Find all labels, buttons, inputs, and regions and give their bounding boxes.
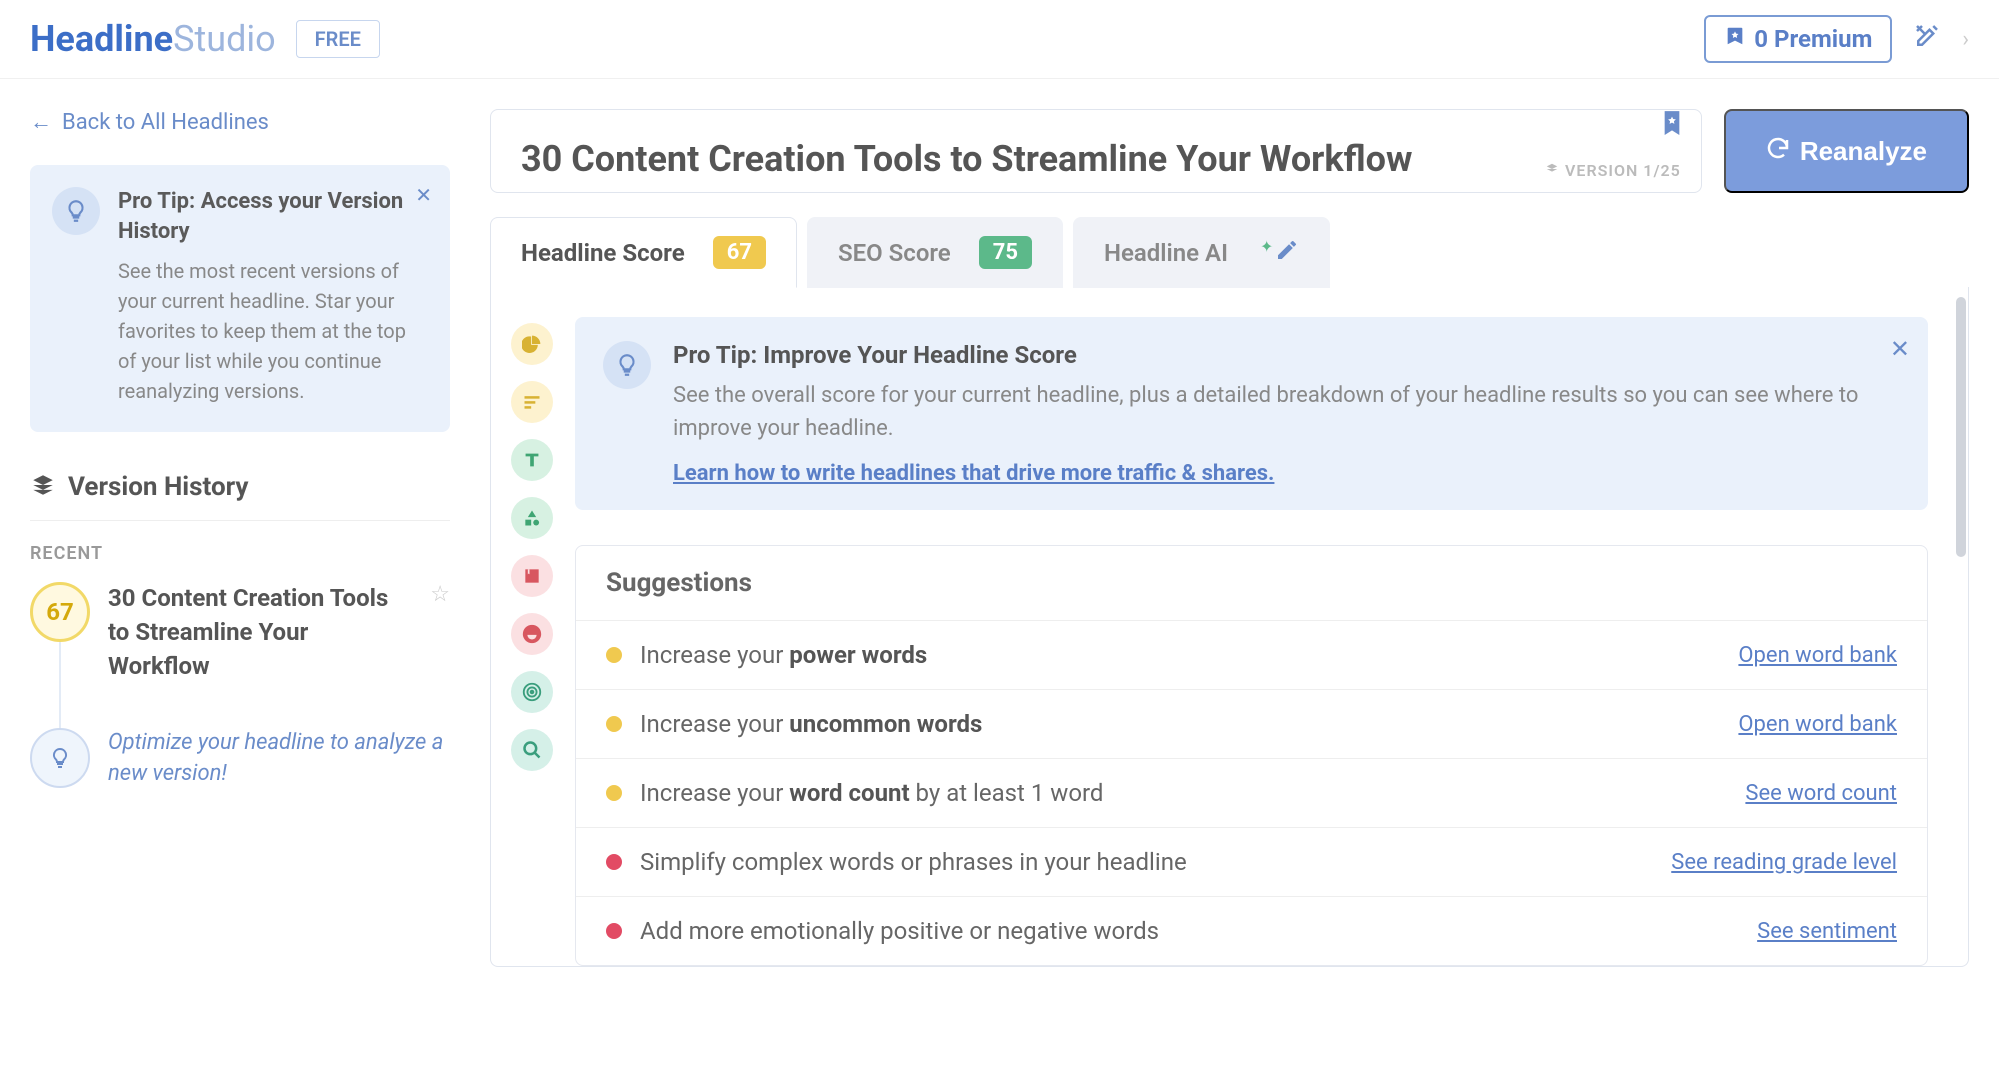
- severity-dot: [606, 854, 622, 870]
- tab-label: SEO Score: [838, 239, 951, 267]
- back-label: Back to All Headlines: [62, 110, 269, 135]
- seo-score-pill: 75: [979, 236, 1032, 269]
- version-text: VERSION 1/25: [1565, 161, 1681, 180]
- sidebar-tip-card: Pro Tip: Access your Version History See…: [30, 165, 450, 432]
- tab-seo-score[interactable]: SEO Score 75: [807, 217, 1063, 288]
- tools-icon[interactable]: [1912, 21, 1942, 58]
- suggestion-action-link[interactable]: See word count: [1745, 781, 1897, 806]
- pencil-sparkle-icon: ✦: [1256, 238, 1299, 268]
- tab-body: Pro Tip: Improve Your Headline Score See…: [490, 287, 1969, 967]
- suggestion-row: Add more emotionally positive or negativ…: [576, 897, 1927, 965]
- arrow-left-icon: ←: [30, 109, 52, 135]
- optimize-text: Optimize your headline to analyze a new …: [108, 728, 450, 790]
- smile-icon[interactable]: [511, 613, 553, 655]
- main-column: Pro Tip: Improve Your Headline Score See…: [575, 317, 1948, 966]
- reanalyze-label: Reanalyze: [1800, 136, 1927, 167]
- suggestion-action-link[interactable]: Open word bank: [1738, 712, 1897, 737]
- main-tip-link[interactable]: Learn how to write headlines that drive …: [673, 461, 1274, 486]
- reanalyze-button[interactable]: Reanalyze: [1724, 109, 1969, 193]
- app-header: HeadlineStudio FREE 0 Premium ›: [0, 0, 1999, 79]
- severity-dot: [606, 923, 622, 939]
- optimize-prompt[interactable]: Optimize your headline to analyze a new …: [30, 728, 450, 790]
- close-icon[interactable]: ✕: [1890, 335, 1910, 363]
- suggestion-row: Simplify complex words or phrases in you…: [576, 828, 1927, 897]
- suggestion-row: Increase your power words Open word bank: [576, 621, 1927, 690]
- logo-studio: Studio: [173, 18, 276, 60]
- logo-headline: Headline: [30, 18, 173, 60]
- version-history-title: Version History: [68, 472, 249, 502]
- suggestion-action-link[interactable]: Open word bank: [1738, 643, 1897, 668]
- bars-icon[interactable]: [511, 381, 553, 423]
- book-icon[interactable]: [511, 555, 553, 597]
- main-tip-card: Pro Tip: Improve Your Headline Score See…: [575, 317, 1928, 510]
- headline-score-pill: 67: [713, 236, 766, 269]
- version-history-header: Version History: [30, 472, 450, 521]
- free-badge[interactable]: FREE: [296, 20, 380, 58]
- suggestion-text: Simplify complex words or phrases in you…: [640, 848, 1653, 876]
- headline-input[interactable]: 30 Content Creation Tools to Streamline …: [490, 109, 1702, 193]
- severity-dot: [606, 785, 622, 801]
- recent-label: RECENT: [30, 543, 450, 564]
- tip-content: Pro Tip: Access your Version History See…: [118, 187, 426, 406]
- main-layout: ← Back to All Headlines Pro Tip: Access …: [0, 79, 1999, 967]
- premium-label: 0 Premium: [1754, 25, 1872, 53]
- layers-icon: [30, 472, 56, 502]
- refresh-icon: [1766, 136, 1790, 167]
- pie-chart-icon[interactable]: [511, 323, 553, 365]
- header-right: 0 Premium ›: [1704, 15, 1969, 63]
- content: 30 Content Creation Tools to Streamline …: [480, 79, 1999, 967]
- icon-rail: [511, 317, 553, 966]
- tip-body: See the most recent versions of your cur…: [118, 256, 426, 406]
- severity-dot: [606, 647, 622, 663]
- suggestion-row: Increase your word count by at least 1 w…: [576, 759, 1927, 828]
- headline-row: 30 Content Creation Tools to Streamline …: [490, 109, 1969, 193]
- star-outline-icon[interactable]: ☆: [430, 582, 450, 683]
- recent-item[interactable]: 67 30 Content Creation Tools to Streamli…: [30, 582, 450, 683]
- app-logo[interactable]: HeadlineStudio: [30, 18, 276, 60]
- scrollbar[interactable]: [1956, 297, 1966, 557]
- recent-item-title: 30 Content Creation Tools to Streamline …: [108, 582, 412, 683]
- tabs: Headline Score 67 SEO Score 75 Headline …: [490, 217, 1969, 288]
- lightbulb-icon: [30, 728, 90, 788]
- header-left: HeadlineStudio FREE: [30, 18, 380, 60]
- suggestions-list: Increase your power wordsOpen word bankI…: [576, 621, 1927, 965]
- type-icon[interactable]: [511, 439, 553, 481]
- suggestion-text: Increase your word count by at least 1 w…: [640, 779, 1727, 807]
- back-to-headlines-link[interactable]: ← Back to All Headlines: [30, 109, 450, 135]
- headline-text: 30 Content Creation Tools to Streamline …: [521, 138, 1581, 180]
- tab-label: Headline Score: [521, 239, 685, 267]
- main-tip-body: See the overall score for your current h…: [673, 379, 1900, 445]
- tab-label: Headline AI: [1104, 239, 1228, 267]
- suggestion-text: Increase your uncommon words: [640, 710, 1720, 738]
- search-icon[interactable]: [511, 729, 553, 771]
- bookmark-icon[interactable]: [1661, 110, 1683, 145]
- suggestions-title: Suggestions: [576, 546, 1927, 621]
- layers-small-icon: [1545, 161, 1559, 180]
- suggestion-text: Increase your power words: [640, 641, 1720, 669]
- main-tip-title: Pro Tip: Improve Your Headline Score: [673, 341, 1900, 369]
- suggestion-row: Increase your uncommon words Open word ba…: [576, 690, 1927, 759]
- shapes-icon[interactable]: [511, 497, 553, 539]
- premium-button[interactable]: 0 Premium: [1704, 15, 1892, 63]
- recent-score-circle: 67: [30, 582, 90, 642]
- close-icon[interactable]: ✕: [415, 183, 432, 207]
- bookmark-star-icon: [1724, 25, 1746, 53]
- lightbulb-icon: [52, 187, 100, 235]
- suggestion-action-link[interactable]: See sentiment: [1757, 919, 1897, 944]
- tab-headline-score[interactable]: Headline Score 67: [490, 217, 797, 288]
- suggestion-text: Add more emotionally positive or negativ…: [640, 917, 1739, 945]
- target-icon[interactable]: [511, 671, 553, 713]
- suggestions-card: Suggestions Increase your power words Ope…: [575, 545, 1928, 966]
- version-badge: VERSION 1/25: [1545, 161, 1681, 180]
- chevron-right-icon[interactable]: ›: [1962, 27, 1969, 52]
- severity-dot: [606, 716, 622, 732]
- tab-headline-ai[interactable]: Headline AI ✦: [1073, 217, 1330, 288]
- suggestion-action-link[interactable]: See reading grade level: [1671, 850, 1897, 875]
- tip-title: Pro Tip: Access your Version History: [118, 187, 426, 246]
- lightbulb-icon: [603, 341, 651, 389]
- sidebar: ← Back to All Headlines Pro Tip: Access …: [0, 79, 480, 967]
